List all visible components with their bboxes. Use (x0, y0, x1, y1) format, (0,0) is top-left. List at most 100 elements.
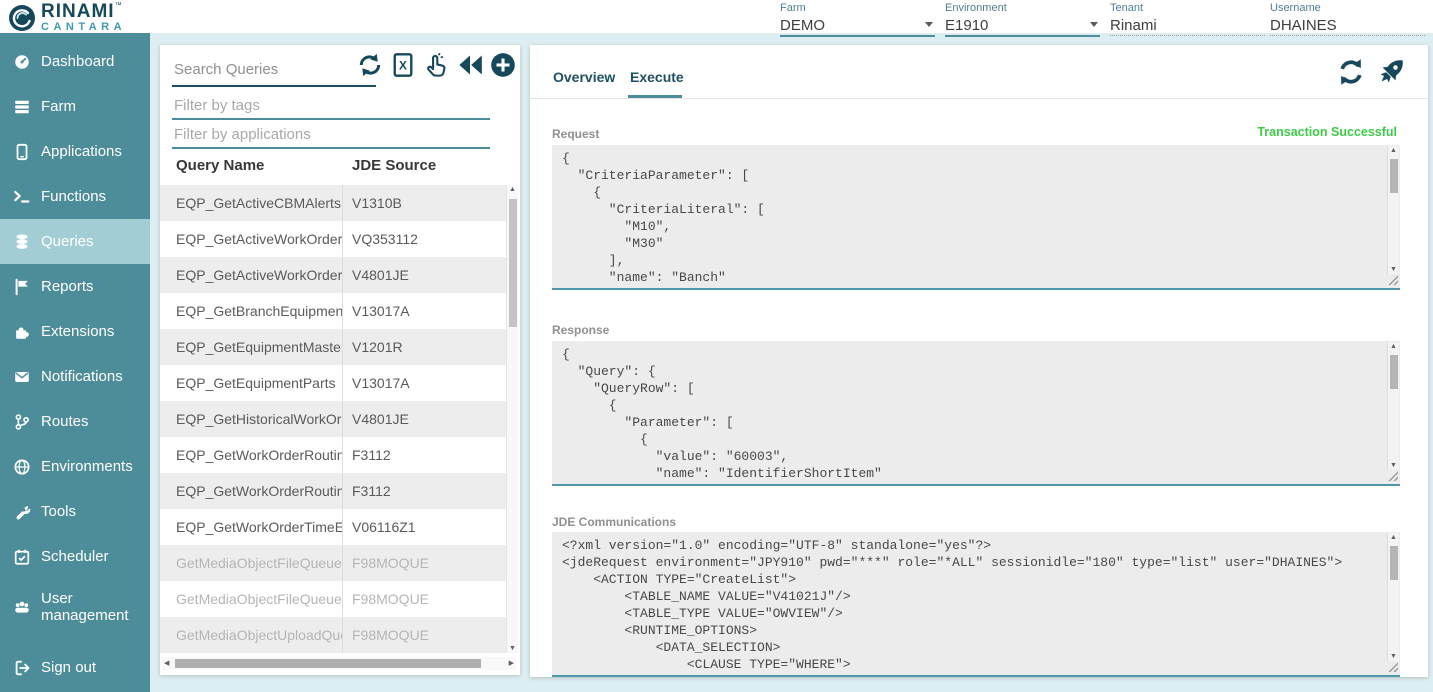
jde-source-cell: V13017A (342, 293, 506, 329)
sidebar-item-queries[interactable]: Queries (0, 219, 150, 264)
table-row[interactable]: EQP_GetBranchEquipment V13017A (160, 293, 506, 329)
user-management-icon (13, 598, 31, 616)
table-row[interactable]: EQP_GetWorkOrderRouting F3112 (160, 437, 506, 473)
query-detail-panel: Overview Execute Request Transaction Suc… (530, 45, 1428, 677)
scroll-up-arrow-icon[interactable]: ▲ (1388, 343, 1399, 350)
sidebar-item-scheduler[interactable]: Scheduler (0, 534, 150, 579)
hand-pointer-icon[interactable] (422, 52, 450, 78)
brand-name: RINAMI (41, 1, 115, 22)
sidebar-item-dashboard[interactable]: Dashboard (0, 39, 150, 84)
sync-icon[interactable] (356, 52, 384, 78)
filter-tags-input[interactable]: Filter by tags (174, 97, 260, 114)
scroll-up-arrow-icon[interactable]: ▲ (1388, 534, 1399, 541)
request-content: { "CriteriaParameter": [ { "CriteriaLite… (552, 145, 1400, 288)
scrollbar-thumb[interactable] (1390, 355, 1398, 389)
search-input[interactable]: Search Queries (174, 61, 278, 78)
farm-icon (13, 98, 31, 116)
scroll-up-arrow-icon[interactable]: ▲ (507, 186, 518, 193)
chevron-down-icon (1090, 22, 1098, 27)
scheduler-icon (13, 548, 31, 566)
response-textarea[interactable]: { "Query": { "QueryRow": [ { "Parameter"… (552, 341, 1400, 486)
table-row[interactable]: EQP_GetWorkOrderRouting F3112 (160, 473, 506, 509)
scroll-down-arrow-icon[interactable]: ▼ (507, 645, 518, 652)
table-row[interactable]: EQP_GetEquipmentMaster V1201R (160, 329, 506, 365)
environment-select[interactable]: Environment E1910 (945, 2, 1100, 37)
table-row[interactable]: EQP_GetActiveWorkOrderR VQ353112 (160, 221, 506, 257)
request-textarea[interactable]: { "CriteriaParameter": [ { "CriteriaLite… (552, 145, 1400, 290)
scroll-down-arrow-icon[interactable]: ▼ (1388, 462, 1399, 469)
textarea-scrollbar[interactable]: ▲ ▼ (1387, 146, 1399, 274)
table-row[interactable]: GetMediaObjectFileQueues F98MOQUE (160, 581, 506, 617)
filter-tags-underline (172, 118, 490, 120)
queries-icon (13, 233, 31, 251)
excel-export-icon[interactable]: X (391, 52, 415, 78)
jde-communications-label: JDE Communications (552, 515, 676, 529)
reports-icon (13, 278, 31, 296)
farm-select[interactable]: Farm DEMO (780, 2, 935, 37)
query-name-cell: GetMediaObjectUploadQue (160, 617, 342, 653)
rocket-icon[interactable] (1376, 57, 1406, 87)
query-name-cell: GetMediaObjectFileQueues (160, 581, 342, 617)
table-row[interactable]: EQP_GetActiveCBMAlerts V1310B (160, 185, 506, 221)
jde-source-cell: V4801JE (342, 401, 506, 437)
sidebar-item-applications[interactable]: Applications (0, 129, 150, 174)
sidebar-item-extensions[interactable]: Extensions (0, 309, 150, 354)
applications-icon (13, 143, 31, 161)
sidebar-item-functions[interactable]: Functions (0, 174, 150, 219)
table-row[interactable]: EQP_GetWorkOrderTimeEn V06116Z1 (160, 509, 506, 545)
sidebar-item-routes[interactable]: Routes (0, 399, 150, 444)
scroll-left-arrow-icon[interactable]: ◀ (164, 659, 169, 667)
brand-subtitle: CANTARA (41, 22, 126, 33)
tab-overview[interactable]: Overview (553, 69, 615, 85)
fast-backward-icon[interactable] (457, 53, 483, 77)
scroll-right-arrow-icon[interactable]: ▶ (509, 659, 514, 667)
transaction-status-badge: Transaction Successful (1257, 125, 1397, 139)
column-separator (342, 185, 343, 653)
table-row[interactable]: GetMediaObjectUploadQue F98MOQUE (160, 617, 506, 653)
jde-communications-textarea[interactable]: <?xml version="1.0" encoding="UTF-8" sta… (552, 532, 1400, 677)
scrollbar-thumb[interactable] (509, 199, 517, 327)
textarea-scrollbar[interactable]: ▲ ▼ (1387, 342, 1399, 470)
sidebar-item-farm[interactable]: Farm (0, 84, 150, 129)
sidebar: Dashboard Farm Applications Functions Qu… (0, 33, 150, 692)
farm-value: DEMO (780, 17, 825, 34)
table-horizontal-scrollbar[interactable]: ◀ ▶ (162, 657, 516, 670)
query-name-cell: EQP_GetWorkOrderRouting (160, 437, 342, 473)
table-row[interactable]: GetMediaObjectFileQueue F98MOQUE (160, 545, 506, 581)
query-name-cell: EQP_GetActiveWorkOrderR (160, 221, 342, 257)
username-value: DHAINES (1270, 17, 1337, 34)
jde-source-cell: VQ353112 (342, 221, 506, 257)
add-icon[interactable] (490, 52, 516, 78)
refresh-icon[interactable] (1336, 57, 1366, 87)
scroll-up-arrow-icon[interactable]: ▲ (1388, 147, 1399, 154)
filter-applications-input[interactable]: Filter by applications (174, 126, 311, 143)
query-name-cell: EQP_GetEquipmentMaster (160, 329, 342, 365)
scrollbar-thumb[interactable] (1390, 546, 1398, 580)
query-name-cell: GetMediaObjectFileQueue (160, 545, 342, 581)
request-label: Request (552, 127, 599, 141)
sign-out-icon (13, 659, 31, 677)
functions-icon (13, 188, 31, 206)
environments-icon (13, 458, 31, 476)
table-row[interactable]: EQP_GetActiveWorkOrders V4801JE (160, 257, 506, 293)
textarea-scrollbar[interactable]: ▲ ▼ (1387, 533, 1399, 661)
top-bar: RINAMI™ CANTARA Farm DEMO Environment E1… (0, 0, 1433, 33)
tools-icon (13, 503, 31, 521)
sidebar-item-sign-out[interactable]: Sign out (0, 648, 150, 688)
sidebar-item-reports[interactable]: Reports (0, 264, 150, 309)
tab-execute[interactable]: Execute (630, 69, 684, 85)
sidebar-item-environments[interactable]: Environments (0, 444, 150, 489)
table-row[interactable]: EQP_GetHistoricalWorkOrd V4801JE (160, 401, 506, 437)
scrollbar-thumb[interactable] (175, 659, 481, 668)
sidebar-spacer (0, 635, 150, 648)
scroll-down-arrow-icon[interactable]: ▼ (1388, 266, 1399, 273)
scrollbar-thumb[interactable] (1390, 159, 1398, 193)
scroll-down-arrow-icon[interactable]: ▼ (1388, 653, 1399, 660)
table-row[interactable]: EQP_GetEquipmentParts V13017A (160, 365, 506, 401)
sidebar-item-notifications[interactable]: Notifications (0, 354, 150, 399)
app-logo: RINAMI™ CANTARA (8, 2, 126, 33)
sidebar-item-user-management[interactable]: User management (0, 579, 150, 635)
sidebar-item-tools[interactable]: Tools (0, 489, 150, 534)
table-vertical-scrollbar[interactable]: ▲ ▼ (506, 185, 518, 653)
query-name-cell: EQP_GetBranchEquipment (160, 293, 342, 329)
